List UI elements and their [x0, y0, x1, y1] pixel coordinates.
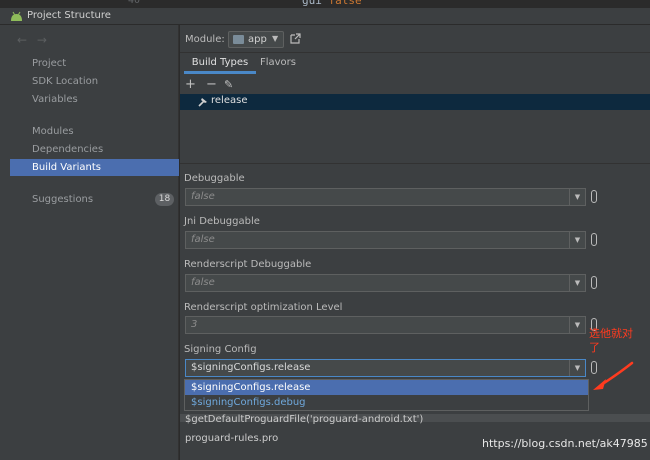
variable-edit-icon[interactable]	[591, 233, 597, 246]
sidebar-item-build-variants[interactable]: Build Variants	[10, 159, 179, 176]
open-external-icon[interactable]	[290, 33, 301, 44]
renderscript-debuggable-label: Renderscript Debuggable	[184, 259, 312, 270]
tab-flavors[interactable]: Flavors	[256, 54, 300, 74]
renderscript-debuggable-combo[interactable]: false ▼	[185, 274, 586, 292]
module-label: Module:	[185, 34, 225, 45]
debuggable-value: false	[191, 191, 215, 202]
editor-background: 40 gui false	[0, 0, 650, 8]
dropdown-option-release[interactable]: $signingConfigs.release	[185, 380, 588, 395]
signing-config-dropdown-list: $signingConfigs.release $signingConfigs.…	[184, 379, 589, 411]
watermark: https://blog.csdn.net/ak47985	[482, 437, 648, 450]
edit-icon[interactable]: ✎	[224, 77, 233, 92]
chevron-down-icon: ▼	[272, 34, 279, 43]
sidebar-item-sdk-location[interactable]: SDK Location	[10, 73, 179, 90]
signing-config-combo[interactable]: $signingConfigs.release ▼	[185, 359, 586, 377]
dialog-titlebar: Project Structure	[0, 8, 650, 25]
proguard-rules-file[interactable]: proguard-rules.pro	[185, 433, 278, 444]
module-row: Module: app ▼	[180, 25, 650, 53]
chevron-down-icon: ▼	[569, 189, 585, 205]
renderscript-debuggable-value: false	[191, 277, 215, 288]
remove-icon[interactable]: −	[206, 77, 217, 92]
dropdown-option-debug[interactable]: $signingConfigs.debug	[185, 395, 588, 410]
sidebar-item-project[interactable]: Project	[10, 55, 179, 72]
proguard-default-file[interactable]: $getDefaultProguardFile('proguard-androi…	[185, 414, 423, 425]
build-types-list: release	[180, 94, 650, 164]
android-studio-icon	[11, 11, 22, 21]
sidebar: ← → Project SDK Location Variables Modul…	[0, 25, 179, 460]
code-keyword: gui	[302, 0, 322, 7]
nav-arrows: ← →	[17, 33, 53, 47]
code-value: false	[328, 0, 362, 7]
signing-config-label: Signing Config	[184, 344, 257, 355]
sidebar-item-suggestions[interactable]: Suggestions	[10, 191, 179, 208]
dialog-title: Project Structure	[27, 10, 111, 21]
hammer-icon	[198, 98, 207, 107]
chevron-down-icon: ▼	[569, 317, 585, 333]
chevron-down-icon: ▼	[569, 275, 585, 291]
list-item[interactable]: release	[180, 94, 650, 110]
jni-debuggable-combo[interactable]: false ▼	[185, 231, 586, 249]
list-toolbar: + − ✎	[180, 77, 650, 94]
folder-icon	[233, 35, 244, 44]
renderscript-optimization-label: Renderscript optimization Level	[184, 302, 343, 313]
debuggable-combo[interactable]: false ▼	[185, 188, 586, 206]
debuggable-label: Debuggable	[184, 173, 245, 184]
build-type-name: release	[211, 95, 248, 106]
module-value: app	[248, 34, 267, 45]
tab-build-types[interactable]: Build Types	[184, 54, 256, 74]
line-number: 40	[128, 0, 141, 6]
variable-edit-icon[interactable]	[591, 190, 597, 203]
renderscript-optimization-value: 3	[191, 319, 198, 330]
sidebar-item-modules[interactable]: Modules	[10, 123, 179, 140]
jni-debuggable-label: Jni Debuggable	[184, 216, 260, 227]
sidebar-item-variables[interactable]: Variables	[10, 91, 179, 108]
main-panel: Module: app ▼ Build Types Flavors + − ✎ …	[180, 25, 650, 460]
forward-arrow-icon[interactable]: →	[37, 33, 47, 47]
red-arrow-icon	[593, 361, 634, 390]
chevron-down-icon: ▼	[569, 232, 585, 248]
sidebar-item-dependencies[interactable]: Dependencies	[10, 141, 179, 158]
code-snippet: gui false	[302, 0, 362, 7]
variable-edit-icon[interactable]	[591, 276, 597, 289]
renderscript-optimization-combo[interactable]: 3 ▼	[185, 316, 586, 334]
annotation-text: 选他就对了	[589, 327, 633, 354]
back-arrow-icon[interactable]: ←	[17, 33, 27, 47]
jni-debuggable-value: false	[191, 234, 215, 245]
signing-config-value: $signingConfigs.release	[191, 362, 311, 373]
module-dropdown[interactable]: app ▼	[228, 31, 284, 48]
add-icon[interactable]: +	[185, 77, 196, 92]
suggestions-count-badge: 18	[155, 193, 174, 206]
chevron-down-icon: ▼	[569, 360, 585, 376]
